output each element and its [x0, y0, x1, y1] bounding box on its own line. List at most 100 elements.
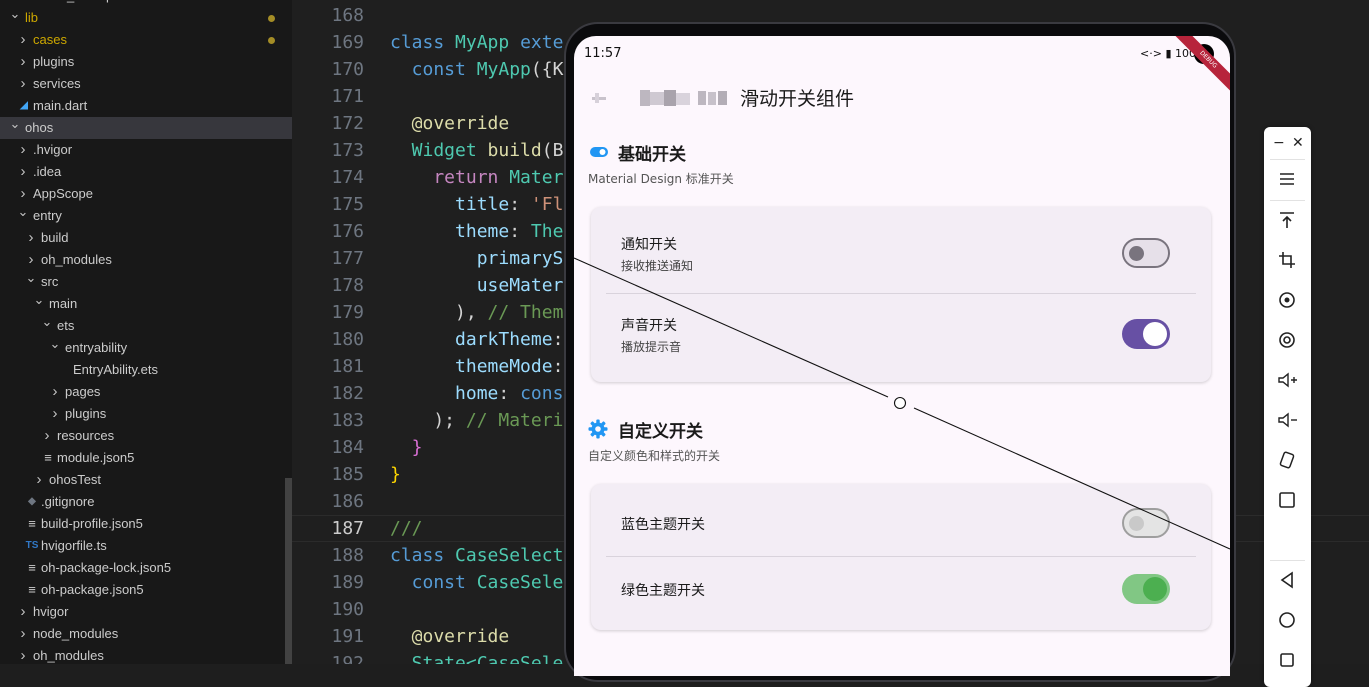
explorer-item-label: .gitignore — [41, 494, 95, 509]
code-text: title: 'Fl — [390, 191, 563, 218]
explorer-item[interactable]: › hvigor — [0, 601, 292, 623]
notify-switch[interactable] — [1122, 238, 1170, 268]
chevron-down-icon[interactable]: ⌄ — [9, 113, 21, 135]
rotate-icon[interactable] — [1276, 289, 1298, 311]
chevron-right-icon[interactable]: › — [17, 51, 29, 73]
code-token: Widget — [390, 140, 488, 161]
code-text: ), // Them — [390, 299, 563, 326]
explorer-item[interactable]: ≡ module.json5 — [0, 447, 292, 469]
explorer-item[interactable]: › build — [0, 227, 292, 249]
square-icon[interactable] — [1276, 489, 1298, 511]
notify-switch-subtitle: 接收推送通知 — [621, 259, 694, 273]
chevron-right-icon[interactable]: › — [17, 161, 29, 183]
explorer-item-label: main — [49, 296, 78, 311]
explorer-item[interactable]: › .hvigor — [0, 139, 292, 161]
code-token: MyApp — [455, 32, 521, 53]
explorer-item-label: plugins — [33, 54, 75, 69]
switch-knob — [1143, 577, 1167, 601]
phone-screen[interactable]: 11:57 <·> ▮ 100 DEBUG 滑动开关组件 基础开关 Materi… — [574, 36, 1230, 676]
power-icon[interactable] — [1276, 329, 1298, 351]
shake-icon[interactable] — [1276, 449, 1298, 471]
explorer-item[interactable]: › oh_modules — [0, 645, 292, 664]
chevron-right-icon[interactable]: › — [17, 139, 29, 161]
explorer-item[interactable]: › plugins — [0, 51, 292, 73]
chevron-right-icon[interactable]: › — [49, 381, 61, 403]
section-custom-subtitle: 自定义颜色和样式的开关 — [588, 449, 721, 463]
explorer-item[interactable]: › node_modules — [0, 623, 292, 645]
blue-switch[interactable] — [1122, 508, 1170, 538]
explorer-item[interactable]: › oh_modules — [0, 249, 292, 271]
crop-icon[interactable] — [1276, 249, 1298, 271]
back-icon[interactable] — [1276, 569, 1298, 591]
explorer-item[interactable]: ⌄ ohos — [0, 116, 292, 139]
line-number: 182 — [331, 383, 364, 404]
blurred-app-name-icon — [640, 90, 727, 106]
explorer-item-label: hvigor — [33, 604, 69, 619]
chevron-right-icon[interactable]: › — [17, 623, 29, 645]
emulator-toolbar: − ✕ — [1264, 127, 1311, 687]
chevron-down-icon[interactable]: ⌄ — [17, 201, 29, 223]
explorer-item[interactable]: ◆ .gitignore — [0, 491, 292, 513]
chevron-right-icon[interactable]: › — [17, 73, 29, 95]
card-divider — [606, 293, 1196, 294]
explorer-item[interactable]: › cases — [0, 29, 292, 51]
code-text: /// — [390, 516, 423, 541]
chevron-right-icon[interactable]: › — [49, 403, 61, 425]
line-number: 173 — [331, 140, 364, 161]
appbar-title: 滑动开关组件 — [740, 88, 855, 110]
explorer-item[interactable]: ›cases_examples — [0, 0, 292, 7]
explorer-item[interactable]: › AppScope — [0, 183, 292, 205]
chevron-right-icon[interactable]: › — [17, 645, 29, 664]
chevron-right-icon[interactable]: › — [17, 29, 29, 51]
explorer-item[interactable]: ⌄ entryability — [0, 336, 292, 359]
chevron-down-icon[interactable]: ⌄ — [33, 289, 45, 311]
chevron-right-icon[interactable]: › — [17, 601, 29, 623]
status-time: 11:57 — [584, 46, 622, 61]
code-token: darkTheme — [390, 329, 553, 350]
volume-down-icon[interactable] — [1276, 409, 1298, 431]
chevron-right-icon[interactable]: › — [25, 227, 37, 249]
code-token: return — [390, 167, 510, 188]
line-number: 188 — [331, 545, 364, 566]
explorer-item[interactable]: › ohosTest — [0, 469, 292, 491]
explorer-item[interactable]: ⌄ lib — [0, 6, 292, 29]
explorer-item[interactable]: EntryAbility.ets — [0, 359, 292, 381]
explorer-item[interactable]: ≡ oh-package.json5 — [0, 579, 292, 601]
explorer-item[interactable]: › plugins — [0, 403, 292, 425]
explorer-item[interactable]: ⌄ ets — [0, 314, 292, 337]
explorer-item[interactable]: ≡ oh-package-lock.json5 — [0, 557, 292, 579]
chevron-down-icon[interactable]: ⌄ — [25, 267, 37, 289]
explorer-item[interactable]: TS hvigorfile.ts — [0, 535, 292, 557]
explorer-item[interactable]: › services — [0, 73, 292, 95]
line-number: 183 — [331, 410, 364, 431]
code-text: const MyApp({K — [390, 56, 564, 83]
top-icon[interactable] — [1276, 209, 1298, 231]
line-number: 184 — [331, 437, 364, 458]
sidebar-scrollbar[interactable] — [285, 478, 292, 664]
chevron-down-icon[interactable]: ⌄ — [41, 311, 53, 333]
back-arrow-icon[interactable] — [590, 89, 608, 107]
menu-icon[interactable] — [1276, 168, 1298, 190]
green-switch[interactable] — [1122, 574, 1170, 604]
explorer-item[interactable]: › resources — [0, 425, 292, 447]
line-number: 189 — [331, 572, 364, 593]
explorer-item[interactable]: › pages — [0, 381, 292, 403]
volume-up-icon[interactable] — [1276, 369, 1298, 391]
sound-switch[interactable] — [1122, 319, 1170, 349]
line-number: 177 — [331, 248, 364, 269]
explorer-item[interactable]: ≡ build-profile.json5 — [0, 513, 292, 535]
notify-switch-title: 通知开关 — [621, 237, 677, 253]
chevron-down-icon[interactable]: ⌄ — [49, 333, 61, 355]
recent-icon[interactable] — [1276, 649, 1298, 671]
minimize-button[interactable]: − — [1273, 135, 1285, 151]
close-button[interactable]: ✕ — [1292, 135, 1304, 151]
code-token: } — [390, 464, 401, 485]
chevron-right-icon[interactable]: › — [33, 469, 45, 491]
chevron-right-icon[interactable]: › — [41, 425, 53, 447]
explorer-item[interactable]: ◢ main.dart — [0, 95, 292, 117]
explorer-item[interactable]: ⌄ entry — [0, 204, 292, 227]
code-text: useMater — [390, 272, 564, 299]
home-icon[interactable] — [1276, 609, 1298, 631]
explorer-item[interactable]: › .idea — [0, 161, 292, 183]
chevron-down-icon[interactable]: ⌄ — [9, 3, 21, 25]
